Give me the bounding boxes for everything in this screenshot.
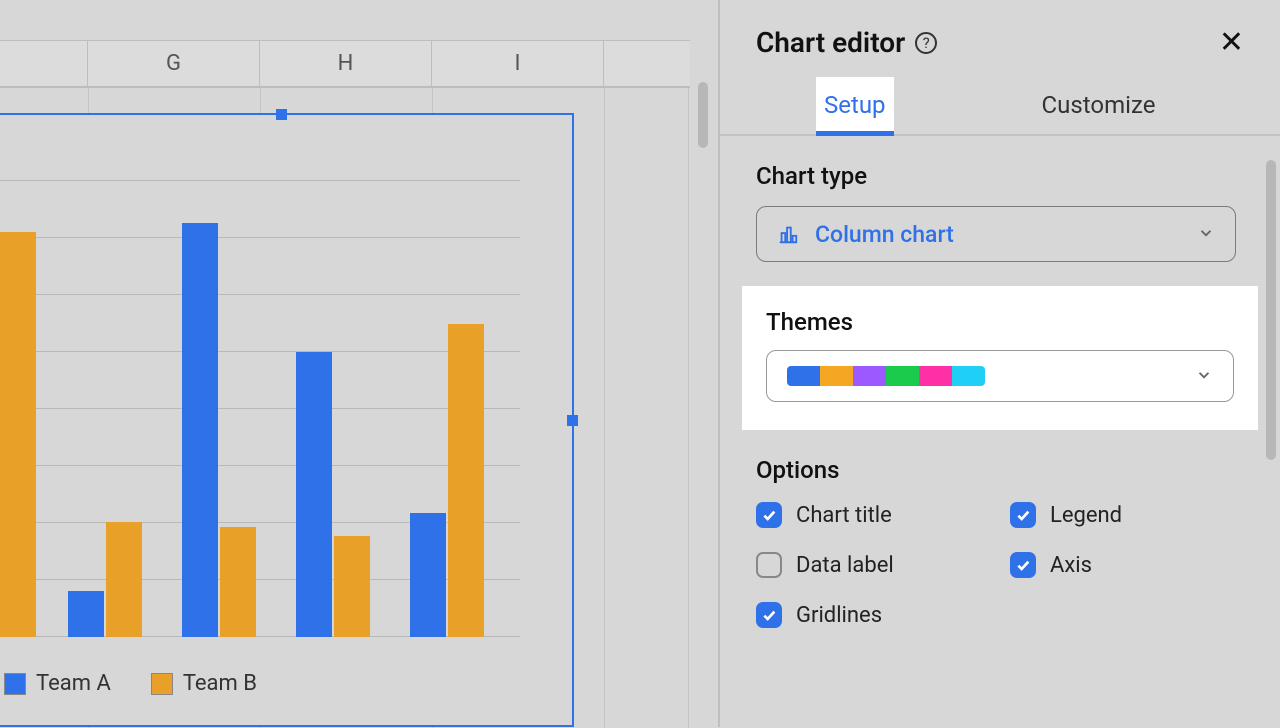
column-chart-icon — [777, 223, 799, 245]
chart-legend: Team A Team B — [4, 671, 257, 696]
options-section: Options Chart title Legend Data label — [720, 430, 1280, 628]
tab-setup[interactable]: Setup — [816, 77, 894, 136]
option-gridlines-label: Gridlines — [796, 603, 882, 628]
legend-label-b: Team B — [183, 671, 257, 696]
selection-handle-top[interactable] — [276, 109, 287, 120]
close-icon[interactable]: ✕ — [1219, 28, 1244, 58]
themes-select[interactable] — [766, 350, 1234, 402]
palette-swatch-5 — [919, 366, 952, 386]
chart-type-value: Column chart — [815, 221, 954, 248]
option-chart-title-label: Chart title — [796, 503, 892, 528]
option-legend-label: Legend — [1050, 503, 1122, 528]
chart-plot-area — [0, 177, 520, 637]
panel-header: Chart editor ? ✕ — [720, 0, 1280, 69]
palette-swatch-3 — [853, 366, 886, 386]
chart-editor-panel: Chart editor ? ✕ Setup Customize Chart t… — [720, 0, 1280, 727]
bar-team-b-4 — [334, 536, 370, 637]
embedded-chart[interactable]: B — [0, 113, 574, 727]
chevron-down-icon — [1197, 219, 1215, 249]
tab-customize[interactable]: Customize — [1034, 77, 1164, 134]
checkbox-checked-icon — [1010, 552, 1036, 578]
checkbox-unchecked-icon — [756, 552, 782, 578]
bar-team-a-5 — [410, 513, 446, 637]
bar-team-b-1 — [0, 232, 36, 637]
palette-swatch-6 — [952, 366, 985, 386]
option-data-label-label: Data label — [796, 553, 894, 578]
legend-item-team-a[interactable]: Team A — [4, 671, 111, 696]
legend-swatch-orange — [151, 673, 173, 695]
column-header-g[interactable]: G — [88, 41, 260, 86]
help-icon[interactable]: ? — [915, 32, 937, 54]
palette-swatch-1 — [787, 366, 820, 386]
bar-team-a-3 — [182, 223, 218, 637]
column-headers: G H I — [0, 40, 690, 88]
option-axis[interactable]: Axis — [1010, 552, 1244, 578]
chart-type-label: Chart type — [756, 162, 1244, 190]
panel-title: Chart editor — [756, 26, 905, 59]
chart-type-select[interactable]: Column chart — [756, 206, 1236, 262]
chevron-down-icon — [1195, 361, 1213, 391]
checkbox-checked-icon — [756, 602, 782, 628]
options-label: Options — [756, 456, 1244, 484]
chart-type-section: Chart type Column chart — [720, 136, 1280, 262]
checkbox-checked-icon — [756, 502, 782, 528]
sheet-vertical-scrollbar-thumb[interactable] — [698, 82, 708, 148]
legend-item-team-b[interactable]: Team B — [151, 671, 257, 696]
panel-vertical-scrollbar-thumb[interactable] — [1266, 160, 1276, 460]
option-data-label[interactable]: Data label — [756, 552, 990, 578]
option-legend[interactable]: Legend — [1010, 502, 1244, 528]
palette-swatch-2 — [820, 366, 853, 386]
bar-team-b-5 — [448, 324, 484, 637]
option-gridlines[interactable]: Gridlines — [756, 602, 990, 628]
bar-team-b-2 — [106, 522, 142, 637]
palette-swatch-4 — [886, 366, 919, 386]
bar-team-b-3 — [220, 527, 256, 637]
spreadsheet-area: G H I B — [0, 0, 718, 727]
option-chart-title[interactable]: Chart title — [756, 502, 990, 528]
column-header-i[interactable]: I — [432, 41, 604, 86]
option-axis-label: Axis — [1050, 553, 1092, 578]
themes-label: Themes — [766, 308, 1234, 336]
selection-handle-right[interactable] — [567, 415, 578, 426]
theme-palette-preview — [787, 366, 985, 386]
bar-team-a-2 — [68, 591, 104, 637]
bar-team-a-4 — [296, 352, 332, 637]
checkbox-checked-icon — [1010, 502, 1036, 528]
column-header-blank[interactable] — [0, 41, 88, 86]
legend-label-a: Team A — [36, 671, 111, 696]
legend-swatch-blue — [4, 673, 26, 695]
column-header-h[interactable]: H — [260, 41, 432, 86]
editor-tabs: Setup Customize — [720, 77, 1280, 136]
themes-section: Themes — [742, 286, 1258, 430]
